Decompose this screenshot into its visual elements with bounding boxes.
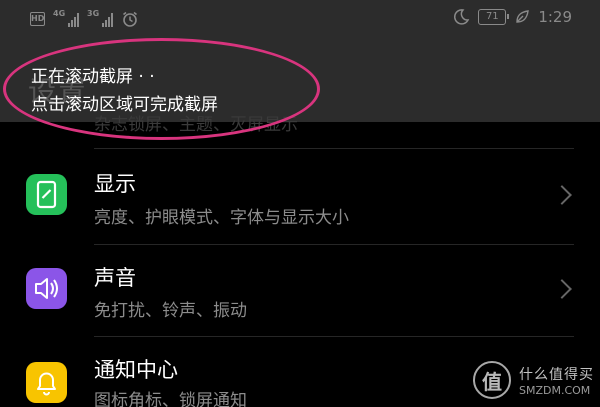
alarm-icon bbox=[123, 11, 137, 27]
watermark: 值 什么值得买 SMZDM.COM bbox=[473, 361, 594, 399]
signal-icon: 4G bbox=[53, 9, 79, 27]
network-type-label: 3G bbox=[87, 9, 100, 18]
moon-icon bbox=[454, 9, 470, 25]
smzdm-logo-icon: 值 bbox=[473, 361, 511, 399]
signal-icon: 3G bbox=[87, 9, 113, 27]
watermark-url: SMZDM.COM bbox=[519, 383, 591, 397]
display-icon bbox=[26, 174, 67, 215]
settings-item-display[interactable]: 显示 亮度、护眼模式、字体与显示大小 bbox=[0, 150, 600, 246]
clock-time: 1:29 bbox=[538, 8, 572, 26]
divider bbox=[94, 244, 574, 245]
bell-icon bbox=[26, 362, 67, 403]
settings-item-subtitle: 亮度、护眼模式、字体与显示大小 bbox=[94, 208, 349, 228]
settings-item-title: 通知中心 bbox=[94, 358, 178, 382]
settings-item-sound[interactable]: 声音 免打扰、铃声、振动 bbox=[0, 246, 600, 338]
settings-item-subtitle: 图标角标、锁屏通知 bbox=[94, 391, 247, 407]
status-bar-left: HD 4G 3G bbox=[30, 9, 139, 28]
settings-item-title: 声音 bbox=[94, 266, 136, 290]
speaker-icon bbox=[26, 268, 67, 309]
watermark-text: 什么值得买 SMZDM.COM bbox=[519, 364, 594, 397]
battery-icon: 71 bbox=[478, 9, 510, 25]
leaf-icon bbox=[516, 10, 530, 23]
chevron-right-icon bbox=[552, 279, 572, 299]
highlight-ellipse bbox=[3, 38, 320, 140]
settings-item-title: 显示 bbox=[94, 172, 136, 196]
network-type-label: 4G bbox=[53, 9, 66, 18]
status-bar: HD 4G 3G 71 1:29 bbox=[0, 0, 600, 42]
status-bar-right: 71 1:29 bbox=[452, 8, 572, 26]
watermark-brand: 什么值得买 bbox=[519, 366, 594, 383]
divider bbox=[94, 336, 574, 337]
divider bbox=[94, 148, 574, 149]
chevron-right-icon bbox=[552, 185, 572, 205]
settings-item-subtitle: 免打扰、铃声、振动 bbox=[94, 301, 247, 321]
hd-icon: HD bbox=[30, 12, 45, 26]
